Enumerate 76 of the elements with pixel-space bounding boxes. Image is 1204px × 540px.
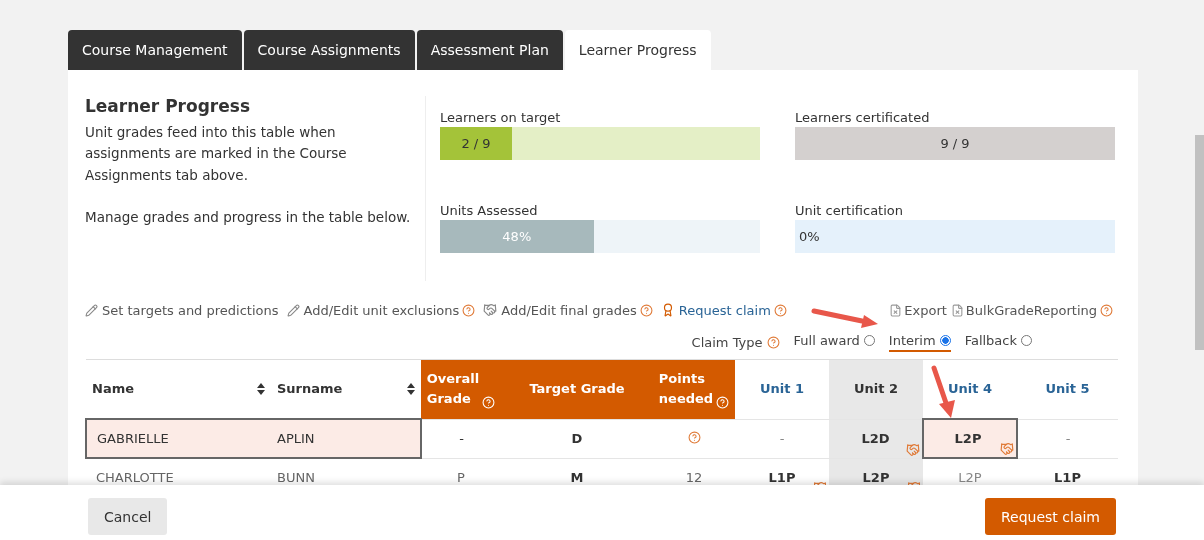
header-text: Name [92,380,134,398]
sort-icon[interactable] [407,383,415,395]
pencil-icon [85,303,98,317]
table-cell[interactable]: BUNN [271,458,421,485]
header-text: Surname [277,380,343,398]
header-text: Unit 2 [853,381,899,397]
grade-cell[interactable]: L2P [923,458,1017,485]
help-icon[interactable] [773,303,787,317]
help-icon[interactable] [766,335,780,349]
description-text: Manage grades and progress in the table below. [85,208,412,227]
grade-cell[interactable]: L2P [829,458,923,485]
stat-value: 48% [502,229,532,244]
pencil-icon [286,303,300,317]
claim-type-label: Claim Type [691,334,763,350]
stat-label: Learners certificated [795,110,931,125]
annotation-arrow [811,308,878,328]
help-icon[interactable] [462,303,476,317]
table-cell: D [501,419,653,458]
toolbar-link[interactable]: Add/Edit unit exclusions [286,302,460,318]
help-icon[interactable] [1100,303,1113,317]
tab[interactable]: Assessment Plan [416,30,563,70]
radio-option[interactable]: Fallback [964,332,1032,352]
radio-option[interactable]: Full award [793,332,875,352]
grade-cell[interactable]: L1P [1017,458,1118,485]
tab[interactable]: Learner Progress [564,30,711,70]
header-text: Unit 4 [947,381,993,396]
cancel-button[interactable]: Cancel [88,498,168,535]
help-icon[interactable] [687,430,701,444]
table-cell: - [421,419,501,458]
sort-icon[interactable] [257,383,265,395]
toolbar-link[interactable]: Add/Edit final grades [483,302,637,318]
toolbar-link[interactable]: Set targets and predictions [85,302,279,318]
radio-button[interactable] [863,334,875,346]
export-link[interactable]: BulkGradeReporting [950,302,1097,318]
tab[interactable]: Course Management [68,30,242,70]
stat-value: 9 / 9 [940,136,970,151]
radio-option[interactable]: Interim [888,332,951,352]
grade-cell[interactable]: L2D [829,419,923,458]
stat-value: 2 / 9 [461,136,491,151]
grade-cell[interactable]: L1P [735,458,829,485]
spreadsheet-icon [889,303,903,317]
stat-label: Learners on target [440,110,562,125]
spreadsheet-icon [950,303,964,317]
description-text: Unit grades feed into this table when assignments are marked in the Course Assignments tab above. [85,122,348,185]
section-title: Learner Progress [85,96,251,118]
column-header[interactable]: Unit 1 [735,359,829,419]
help-icon[interactable] [639,303,653,317]
column-header[interactable]: Unit 2 [829,359,923,419]
header-text: Target Grade [529,381,625,397]
header-text: Overall Grade [426,370,480,409]
tab[interactable]: Course Assignments [243,30,415,70]
table-cell[interactable]: APLIN [271,419,421,458]
column-header[interactable]: Surname [271,359,421,419]
radio-button[interactable] [1021,334,1032,346]
table-cell: 12 [653,458,735,485]
column-header[interactable]: Unit 5 [1017,359,1118,419]
header-text: Points needed [658,370,714,409]
column-header[interactable]: Name [86,359,271,419]
table-cell[interactable]: CHARLOTTE [86,458,271,485]
request-claim-button[interactable]: Request claim [985,498,1116,535]
stat-label: Unit certification [795,203,904,218]
handshake-icon [483,303,498,317]
scrollbar-thumb[interactable] [1195,135,1204,350]
table-cell: P [421,458,501,485]
grade-cell[interactable]: L2P [923,419,1017,458]
table-cell: M [501,458,653,485]
column-header[interactable]: Unit 4 [923,359,1017,419]
header-text: Unit 1 [759,381,805,397]
radio-button[interactable] [939,334,951,346]
grade-cell[interactable]: - [735,419,829,458]
header-text: Unit 5 [1045,381,1090,397]
stat-label: Units Assessed [440,203,539,218]
table-cell[interactable]: GABRIELLE [86,419,271,458]
grade-cell[interactable]: - [1017,419,1118,458]
export-link[interactable]: Export [889,302,947,318]
toolbar-link[interactable]: Request claim [660,302,771,318]
